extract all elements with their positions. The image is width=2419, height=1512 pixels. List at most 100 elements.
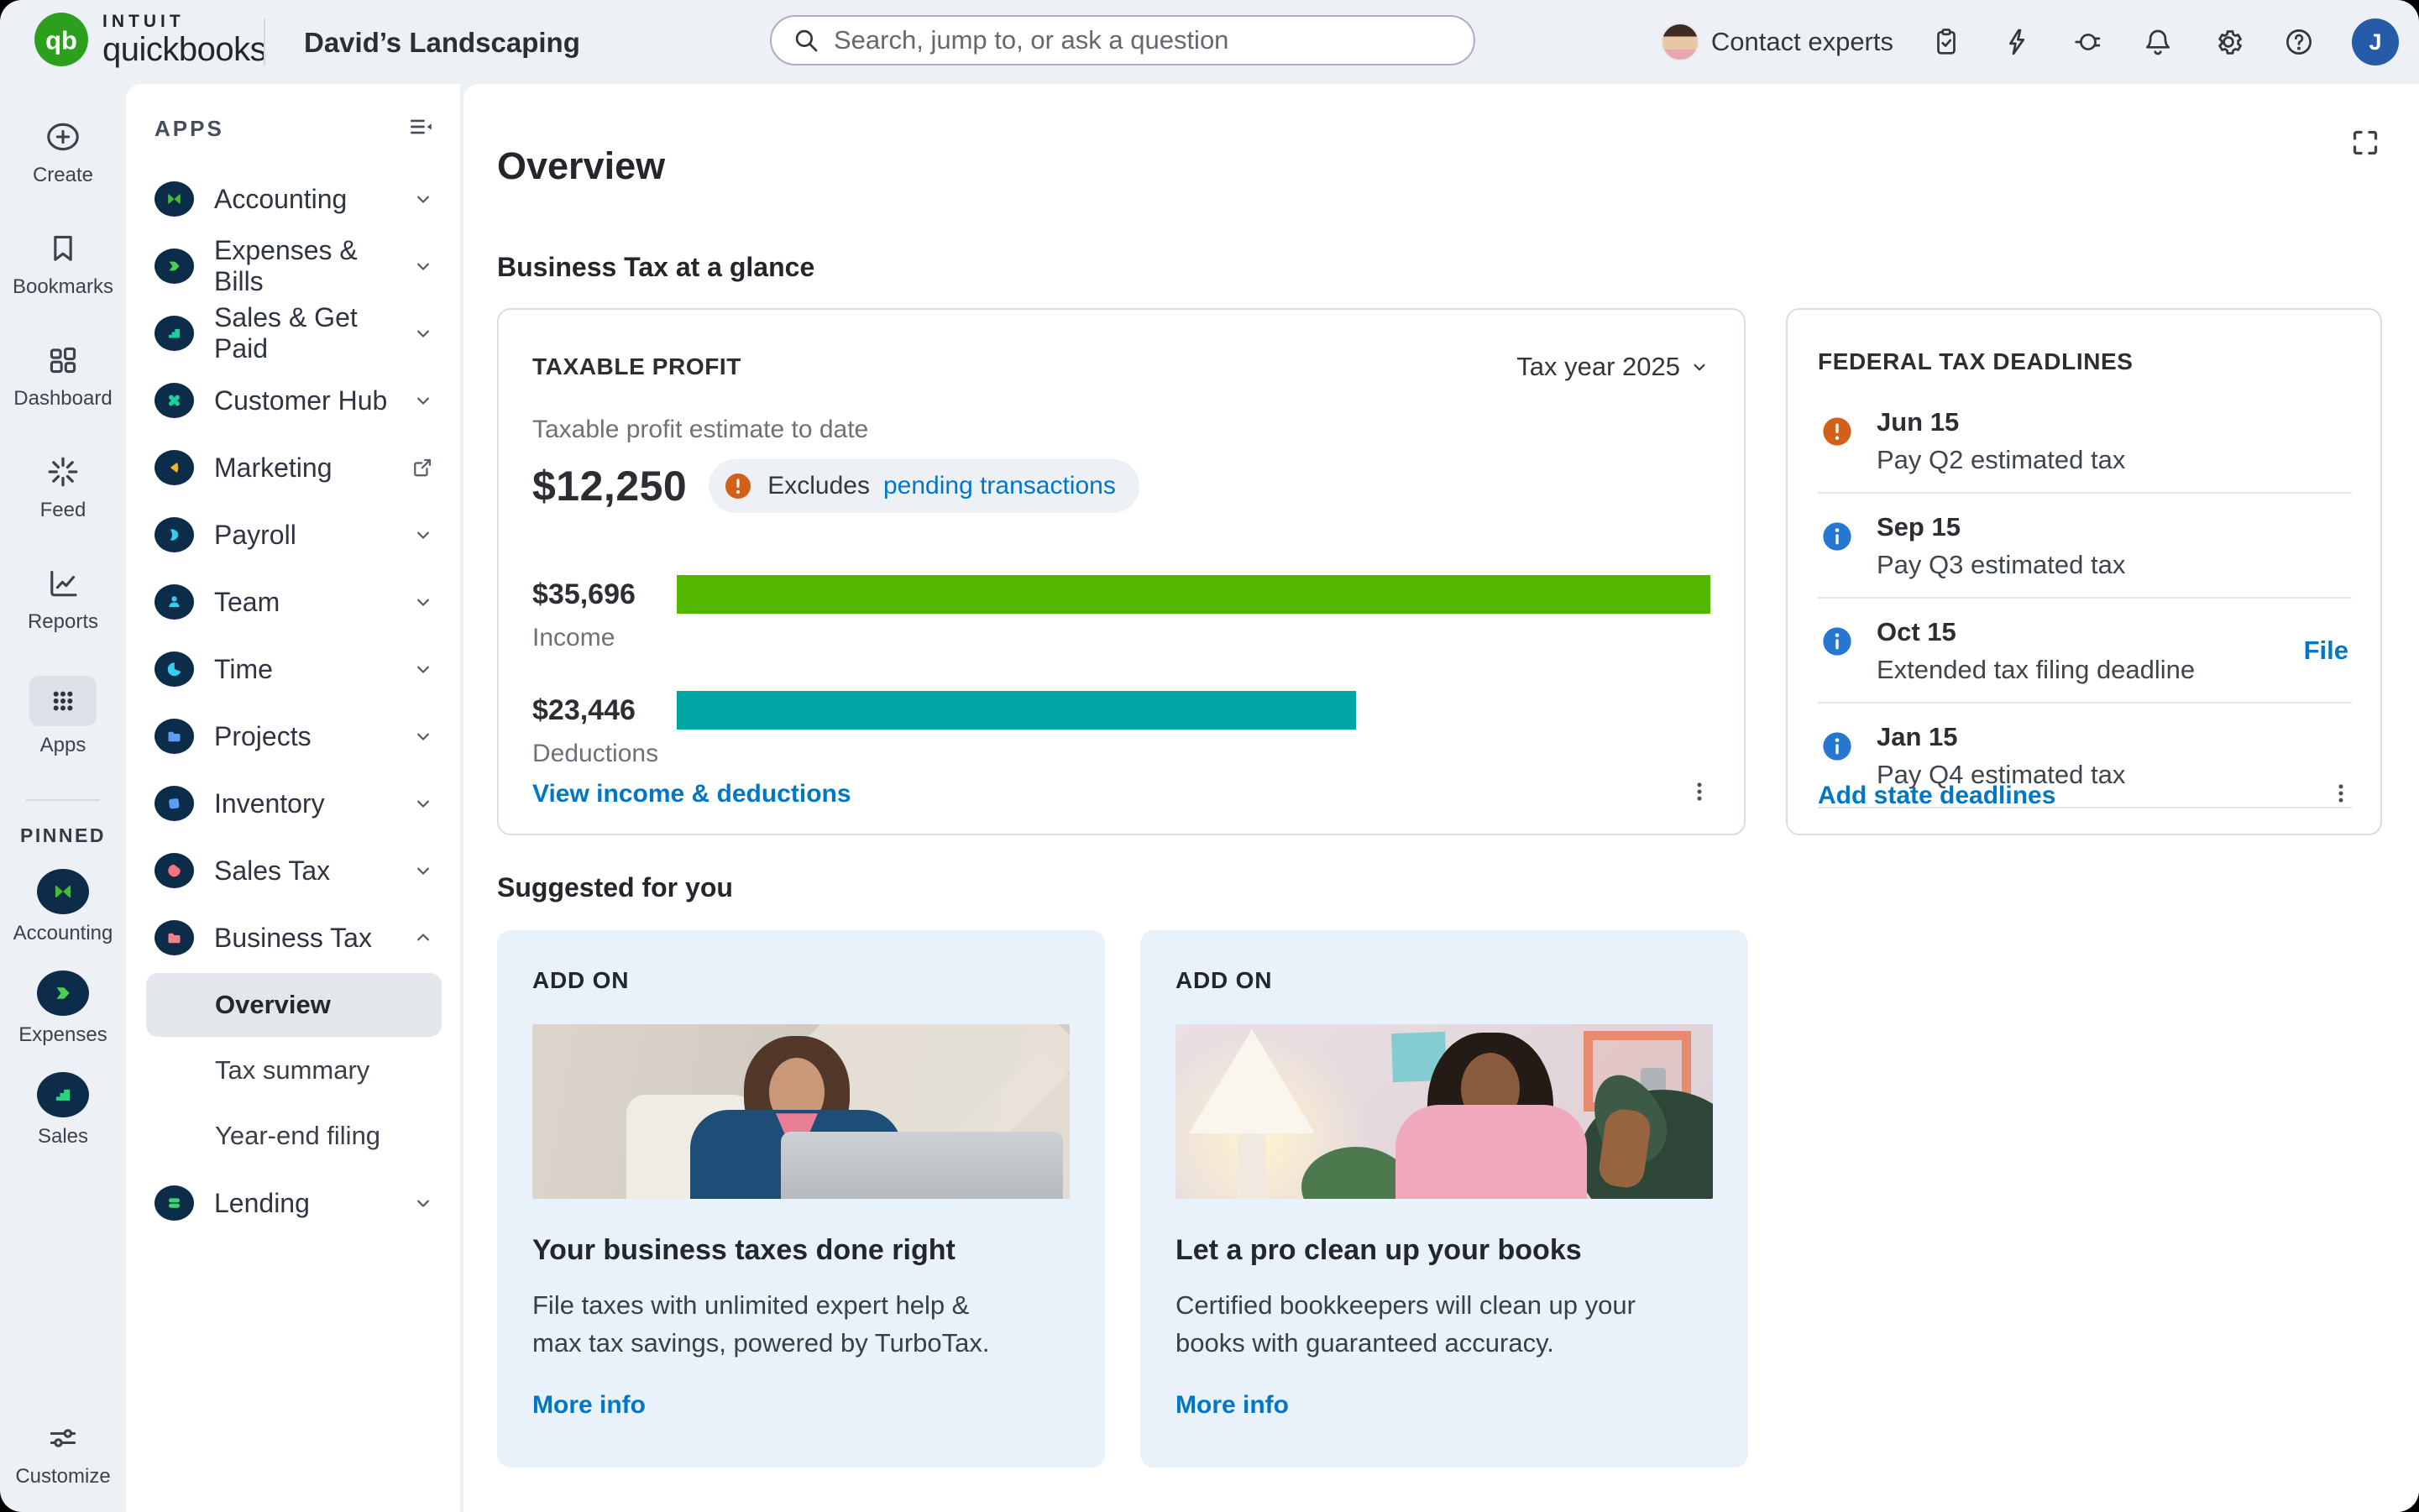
excludes-pending-pill: Excludes pending transactions <box>709 459 1139 513</box>
rail-item-create[interactable]: Create <box>33 118 93 187</box>
view-income-deductions-link[interactable]: View income & deductions <box>532 780 851 808</box>
app-item-expenses-bills[interactable]: Expenses & Bills <box>146 233 442 300</box>
fullscreen-expand-icon[interactable] <box>2348 126 2382 164</box>
deadline-row: Jun 15 Pay Q2 estimated tax <box>1818 389 2352 494</box>
projects-folder-icon <box>154 719 194 754</box>
external-link-icon <box>410 455 435 480</box>
chevron-down-icon <box>411 792 435 815</box>
app-item-business-tax[interactable]: Business Tax <box>146 904 442 971</box>
person-pink-shirt <box>1395 1105 1587 1199</box>
more-info-link[interactable]: More info <box>532 1391 646 1420</box>
suggested-heading: Suggested for you <box>497 872 2382 903</box>
rail-item-bookmarks[interactable]: Bookmarks <box>13 229 113 299</box>
chevron-down-icon <box>411 859 435 882</box>
deductions-bar-group: $23,446 Deductions <box>532 691 1710 768</box>
tax-year-selector[interactable]: Tax year 2025 <box>1516 352 1710 382</box>
notifications-bell-icon[interactable] <box>2140 24 2176 60</box>
app-item-lending[interactable]: Lending <box>146 1169 442 1237</box>
income-deductions-chart: $35,696 Income $23,446 Deductions <box>532 575 1710 768</box>
promo-card-cleanup-books[interactable]: ADD ON <box>1140 930 1748 1468</box>
rail-item-reports[interactable]: Reports <box>28 564 98 634</box>
lamp-base <box>1238 1133 1266 1199</box>
topbar: qb INTUIT quickbooks David’s Landscaping… <box>0 0 2419 84</box>
photo-woman-waving <box>1175 1024 1713 1199</box>
intuit-wordmark: INTUIT <box>102 13 266 30</box>
pending-transactions-link[interactable]: pending transactions <box>883 472 1116 500</box>
search-placeholder: Search, jump to, or ask a question <box>834 25 1228 55</box>
app-item-payroll[interactable]: Payroll <box>146 501 442 568</box>
rail-item-customize[interactable]: Customize <box>15 1419 110 1488</box>
card-menu-kebab-icon[interactable] <box>1683 776 1715 812</box>
search-input[interactable]: Search, jump to, or ask a question <box>770 15 1475 65</box>
customize-sliders-icon <box>44 1419 82 1457</box>
pinned-item-sales[interactable]: Sales <box>37 1072 89 1148</box>
more-info-link[interactable]: More info <box>1175 1391 1289 1420</box>
expenses-arrow-icon <box>154 249 194 284</box>
pinned-item-accounting[interactable]: Accounting <box>13 869 113 945</box>
chevron-up-icon <box>411 926 435 950</box>
feed-burst-icon <box>44 453 82 491</box>
promo-title: Let a pro clean up your books <box>1175 1234 1713 1267</box>
deadline-row: Oct 15 Extended tax filing deadline File <box>1818 599 2352 704</box>
alert-icon <box>722 470 754 502</box>
pinned-item-expenses[interactable]: Expenses <box>18 971 107 1047</box>
info-icon <box>1819 624 1855 659</box>
quickbooks-app-window: qb INTUIT quickbooks David’s Landscaping… <box>0 0 2419 1512</box>
app-item-time[interactable]: Time <box>146 636 442 703</box>
chevron-down-icon <box>411 389 435 412</box>
contact-experts-button[interactable]: Contact experts <box>1661 23 1893 61</box>
taxable-profit-value: $12,250 <box>532 462 687 510</box>
app-item-sales-tax[interactable]: Sales Tax <box>146 837 442 904</box>
sales-stairs-icon <box>37 1072 89 1117</box>
inventory-box-icon <box>154 786 194 821</box>
shortcuts-bolt-icon[interactable] <box>1999 24 2034 60</box>
business-tax-folder-icon <box>154 920 194 955</box>
deductions-amount: $23,446 <box>532 694 677 727</box>
rail-item-apps[interactable]: Apps <box>29 676 97 757</box>
search-icon <box>792 26 820 55</box>
app-item-inventory[interactable]: Inventory <box>146 770 442 837</box>
subitem-business-tax-year-end[interactable]: Year-end filing <box>146 1104 442 1168</box>
tasks-clipboard-icon[interactable] <box>1929 24 1964 60</box>
estimate-label: Taxable profit estimate to date <box>532 416 1710 444</box>
integrations-plug-icon[interactable] <box>2070 24 2105 60</box>
federal-tax-deadlines-card: FEDERAL TAX DEADLINES Jun 15 Pay Q2 esti… <box>1786 308 2382 835</box>
income-amount: $35,696 <box>532 578 677 611</box>
add-on-tag: ADD ON <box>532 967 1070 994</box>
app-item-customer-hub[interactable]: Customer Hub <box>146 367 442 434</box>
payroll-crescent-icon <box>154 517 194 552</box>
app-item-team[interactable]: Team <box>146 568 442 636</box>
user-avatar[interactable]: J <box>2352 18 2399 65</box>
app-item-sales-get-paid[interactable]: Sales & Get Paid <box>146 300 442 367</box>
deadline-row: Sep 15 Pay Q3 estimated tax <box>1818 494 2352 599</box>
expenses-arrow-icon <box>37 971 89 1016</box>
card-menu-kebab-icon[interactable] <box>2325 777 2357 814</box>
app-item-projects[interactable]: Projects <box>146 703 442 770</box>
settings-gear-icon[interactable] <box>2211 24 2246 60</box>
add-state-deadlines-link[interactable]: Add state deadlines <box>1818 782 2055 810</box>
chevron-down-icon <box>411 322 435 345</box>
deductions-label: Deductions <box>532 740 1710 768</box>
file-link[interactable]: File <box>2304 636 2348 666</box>
rail-item-feed[interactable]: Feed <box>40 453 86 522</box>
promo-card-business-taxes[interactable]: ADD ON Your business taxes done right Fi… <box>497 930 1105 1468</box>
customer-hub-clover-icon <box>154 383 194 418</box>
rail-item-dashboard[interactable]: Dashboard <box>13 341 112 411</box>
quickbooks-logo[interactable]: qb INTUIT quickbooks <box>34 12 266 67</box>
info-icon <box>1819 729 1855 764</box>
collapse-panel-icon[interactable] <box>406 112 435 145</box>
subitem-business-tax-summary[interactable]: Tax summary <box>146 1039 442 1102</box>
add-on-tag: ADD ON <box>1175 967 1713 994</box>
app-item-accounting[interactable]: Accounting <box>146 165 442 233</box>
reports-chart-icon <box>44 564 82 603</box>
app-item-marketing[interactable]: Marketing <box>146 434 442 501</box>
subitem-business-tax-overview[interactable]: Overview <box>146 973 442 1037</box>
pinned-section-label: PINNED <box>20 824 106 847</box>
bookmark-icon <box>44 229 82 268</box>
lending-coins-icon <box>154 1185 194 1221</box>
promo-body: File taxes with unlimited expert help & … <box>532 1287 1070 1363</box>
company-name[interactable]: David’s Landscaping <box>304 27 580 59</box>
help-icon[interactable] <box>2281 24 2317 60</box>
chevron-down-icon <box>411 725 435 748</box>
info-icon <box>1819 519 1855 554</box>
